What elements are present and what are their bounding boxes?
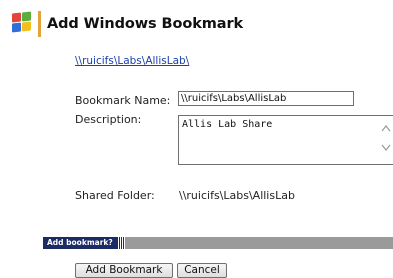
header-accent-bar xyxy=(38,11,41,37)
cancel-button[interactable]: Cancel xyxy=(177,263,227,278)
page-title: Add Windows Bookmark xyxy=(47,16,244,32)
confirm-bar-stripes xyxy=(116,237,125,249)
shared-folder-value: \\ruicifs\Labs\AllisLab xyxy=(179,189,295,202)
description-textarea[interactable]: Allis Lab Share xyxy=(179,116,379,164)
confirm-bar-fill xyxy=(124,237,393,249)
shared-folder-label: Shared Folder: xyxy=(75,189,155,202)
confirm-bar-label: Add bookmark? xyxy=(43,237,117,249)
bookmark-name-label: Bookmark Name: xyxy=(75,94,171,107)
add-bookmark-button[interactable]: Add Bookmark xyxy=(75,263,173,278)
bookmark-name-input[interactable] xyxy=(178,91,354,106)
scroll-up-icon[interactable] xyxy=(381,124,391,132)
description-field: Allis Lab Share xyxy=(178,115,393,165)
page-header: Add Windows Bookmark xyxy=(10,11,243,37)
description-label: Description: xyxy=(75,113,142,126)
windows-logo-icon xyxy=(10,11,33,36)
scroll-down-icon[interactable] xyxy=(381,144,391,152)
confirm-bar: Add bookmark? xyxy=(43,237,393,249)
share-path-link[interactable]: \\ruicifs\Labs\AllisLab\ xyxy=(75,55,189,67)
